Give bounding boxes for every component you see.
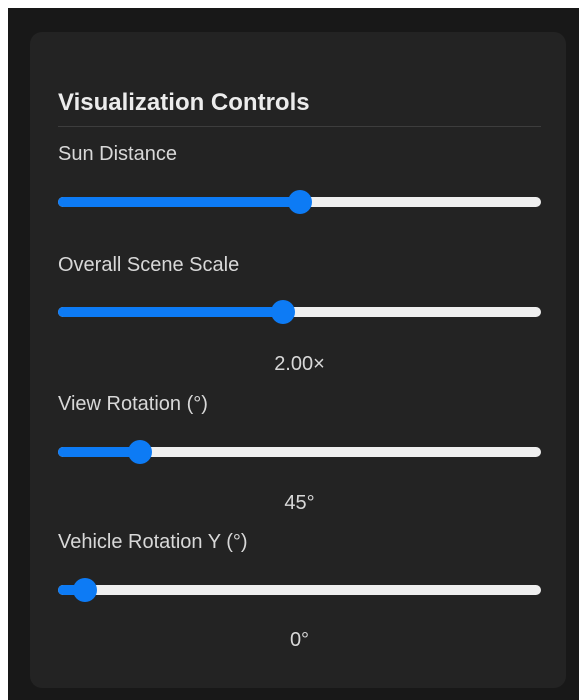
panel-title: Visualization Controls (58, 89, 310, 116)
sun-distance-slider[interactable] (58, 187, 541, 217)
slider-track (58, 585, 541, 595)
view-rotation-slider[interactable] (58, 437, 541, 467)
slider-fill (58, 197, 300, 207)
visualization-controls-panel: Visualization Controls Sun Distance Over… (30, 32, 566, 688)
scene-scale-value: 2.00× (274, 353, 325, 375)
view-rotation-label: View Rotation (°) (58, 393, 208, 415)
slider-thumb[interactable] (287, 190, 312, 214)
scene-scale-slider[interactable] (58, 297, 541, 327)
vehicle-rotation-slider[interactable] (58, 575, 541, 605)
view-rotation-value: 45° (284, 492, 315, 514)
vehicle-rotation-label: Vehicle Rotation Y (°) (58, 531, 248, 553)
scene-scale-label: Overall Scene Scale (58, 254, 240, 276)
vehicle-rotation-value: 0° (289, 629, 310, 651)
slider-thumb[interactable] (72, 578, 97, 602)
slider-fill (58, 307, 283, 317)
sun-distance-label: Sun Distance (58, 143, 177, 165)
slider-thumb[interactable] (270, 300, 295, 324)
slider-track (58, 307, 541, 317)
app-background: Visualization Controls Sun Distance Over… (8, 8, 579, 700)
slider-thumb[interactable] (128, 440, 153, 464)
title-divider (58, 126, 541, 127)
